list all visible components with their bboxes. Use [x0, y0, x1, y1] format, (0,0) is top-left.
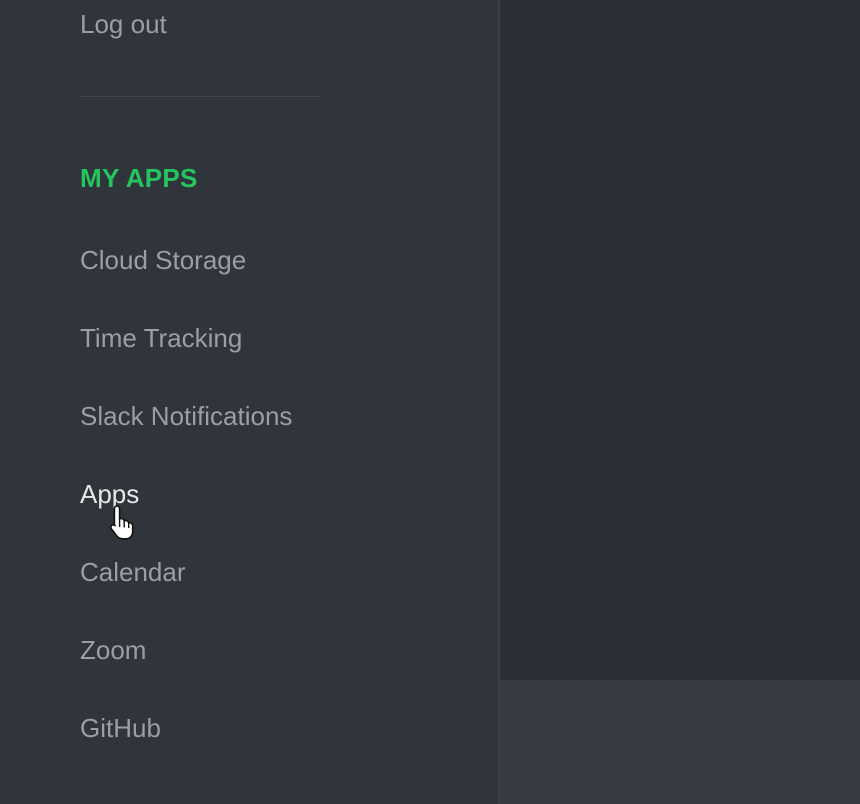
sidebar-item-cloud-storage[interactable]: Cloud Storage — [80, 245, 246, 275]
sidebar-item-time-tracking[interactable]: Time Tracking — [80, 323, 242, 353]
main-content — [500, 0, 860, 680]
sidebar-item-zoom[interactable]: Zoom — [80, 635, 146, 665]
footer-panel — [500, 680, 860, 804]
logout-link[interactable]: Log out — [80, 9, 167, 39]
sidebar-item-calendar[interactable]: Calendar — [80, 557, 186, 587]
section-heading-my-apps: MY APPS — [80, 163, 198, 193]
sidebar: Log out MY APPS Cloud Storage Time Track… — [0, 0, 500, 804]
sidebar-item-github[interactable]: GitHub — [80, 713, 161, 743]
hand-pointer-icon — [110, 505, 134, 540]
sidebar-item-slack-notifications[interactable]: Slack Notifications — [80, 401, 292, 431]
sidebar-divider — [80, 96, 321, 97]
